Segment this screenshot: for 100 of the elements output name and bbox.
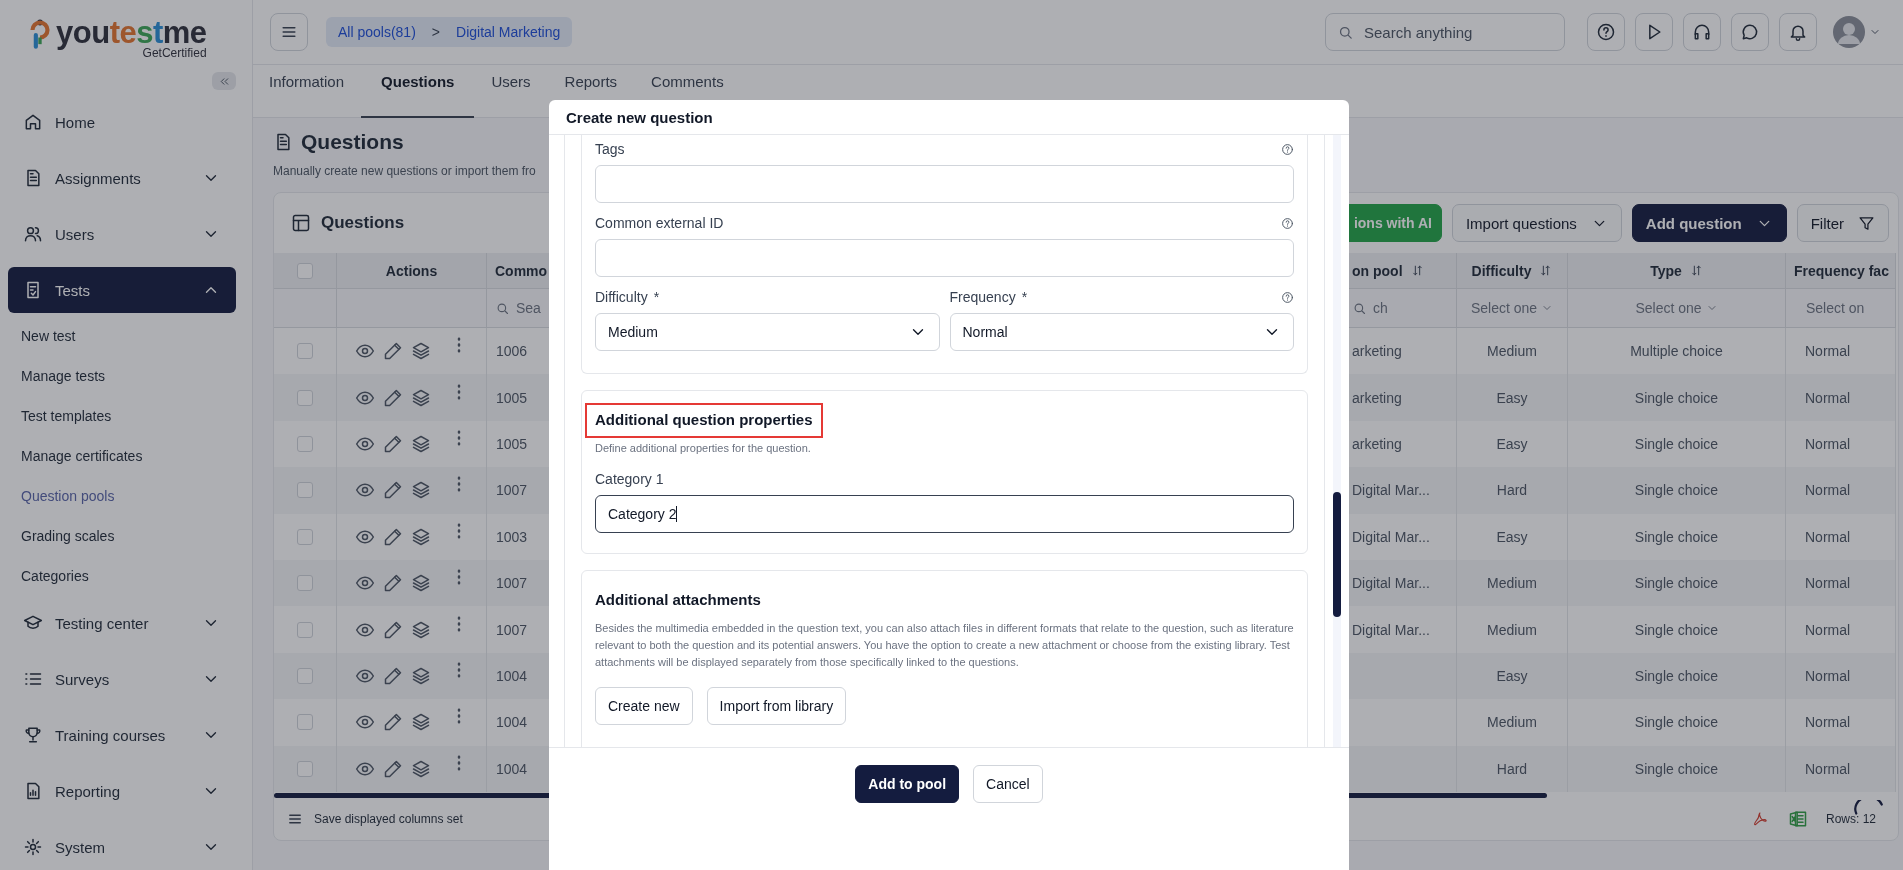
layers-icon[interactable] <box>410 712 431 733</box>
checkbox[interactable] <box>297 760 313 777</box>
checkbox[interactable] <box>297 262 313 279</box>
checkbox[interactable] <box>297 621 313 638</box>
dialog-button[interactable]: Add to pool <box>855 765 960 803</box>
section-button[interactable]: Import from library <box>706 687 847 725</box>
nav-subitem[interactable]: New test <box>8 316 236 356</box>
column-header[interactable]: Frequency fac <box>1786 253 1896 289</box>
table-cell: 1005 <box>487 374 551 421</box>
table-cell: Single choice <box>1568 559 1786 607</box>
checkbox[interactable] <box>297 667 313 684</box>
edit-icon[interactable] <box>382 387 403 408</box>
edit-icon[interactable] <box>382 526 403 547</box>
filter-input[interactable]: ch <box>1373 300 1413 316</box>
edit-icon[interactable] <box>382 573 403 594</box>
search-icon <box>1337 24 1354 41</box>
toolbar-button[interactable]: Import questions <box>1451 204 1622 242</box>
sort-icon[interactable] <box>1539 264 1553 277</box>
nav-item[interactable]: Reporting <box>8 768 236 814</box>
nav-subitem[interactable]: Manage tests <box>8 356 236 396</box>
checkbox[interactable] <box>297 389 313 406</box>
vertical-scrollbar[interactable] <box>1333 492 1341 617</box>
headset-icon <box>1692 22 1712 42</box>
checkbox[interactable] <box>297 528 313 545</box>
input-field[interactable] <box>595 239 1294 277</box>
dropdown-field[interactable]: Normal <box>949 313 1294 351</box>
avatar[interactable] <box>1833 16 1865 48</box>
checkbox[interactable] <box>297 482 313 499</box>
breadcrumb-link[interactable]: All pools(81) <box>338 24 416 40</box>
menu-button[interactable] <box>270 13 308 51</box>
layers-icon[interactable] <box>410 573 431 594</box>
nav-item[interactable]: System <box>8 824 236 870</box>
help-icon[interactable] <box>1281 142 1294 156</box>
play-button[interactable] <box>1635 13 1673 51</box>
section-description: Besides the multimedia embedded in the question text, you can also attach files in different formats that relate to the question, such as literature relevant to both the question and its potential answers. You have the option to create a new attachment or choose from the existing library. Test attachments will be displayed separately from those specifically linked to the questions. <box>595 621 1294 670</box>
help-icon[interactable] <box>1281 290 1294 304</box>
nav-item[interactable]: Surveys <box>8 656 236 702</box>
column-header[interactable]: Type <box>1568 253 1786 289</box>
edit-icon[interactable] <box>382 758 403 779</box>
dialog-button[interactable]: Cancel <box>973 765 1043 803</box>
input-field[interactable]: Category 2 <box>595 495 1294 533</box>
page-description: Manually create new questions or import them fro <box>273 164 537 178</box>
tab[interactable]: Questions <box>361 65 475 118</box>
layers-icon[interactable] <box>410 433 431 454</box>
edit-icon[interactable] <box>382 480 403 501</box>
headset-button[interactable] <box>1683 13 1721 51</box>
section-button[interactable]: Create new <box>595 687 693 725</box>
filter-field[interactable]: Sea <box>487 289 551 328</box>
column-header[interactable]: Commo <box>487 253 551 289</box>
help-icon <box>1596 22 1616 42</box>
nav-item[interactable]: Users <box>8 211 236 257</box>
input-field[interactable] <box>595 165 1294 203</box>
nav-subitem[interactable]: Test templates <box>8 396 236 436</box>
checkbox[interactable] <box>297 575 313 592</box>
edit-icon[interactable] <box>382 712 403 733</box>
checkbox[interactable] <box>297 343 313 360</box>
dropdown-field[interactable]: Medium <box>595 313 940 351</box>
edit-icon[interactable] <box>382 619 403 640</box>
save-columns-link[interactable]: Save displayed columns set <box>314 811 463 826</box>
nav-item[interactable]: Tests <box>8 267 236 313</box>
logo-tagline: GetCertified <box>142 46 207 60</box>
layers-icon[interactable] <box>410 619 431 640</box>
layers-icon[interactable] <box>410 758 431 779</box>
sort-icon[interactable] <box>1689 264 1703 277</box>
toolbar-button[interactable]: Filter <box>1796 204 1889 242</box>
layers-icon[interactable] <box>410 665 431 686</box>
search-field[interactable]: Search anything <box>1325 13 1565 51</box>
nav-subitem[interactable]: Grading scales <box>8 516 236 556</box>
layers-icon[interactable] <box>410 526 431 547</box>
nav-item[interactable]: Assignments <box>8 155 236 201</box>
nav-item[interactable]: Testing center <box>8 600 236 646</box>
edit-icon[interactable] <box>382 433 403 454</box>
notifications-button[interactable] <box>1779 13 1817 51</box>
edit-icon[interactable] <box>382 341 403 362</box>
breadcrumb-link[interactable]: Digital Marketing <box>456 24 561 40</box>
section-title: Additional attachments <box>595 590 761 610</box>
help-button[interactable] <box>1587 13 1625 51</box>
nav-subitem[interactable]: Categories <box>8 556 236 596</box>
chat-button[interactable] <box>1731 13 1769 51</box>
checkbox[interactable] <box>297 435 313 452</box>
layers-icon[interactable] <box>410 387 431 408</box>
help-icon[interactable] <box>1281 216 1294 230</box>
nav-subitem[interactable]: Question pools <box>8 476 236 516</box>
edit-icon[interactable] <box>382 665 403 686</box>
nav-item[interactable]: Home <box>8 99 236 145</box>
column-header[interactable]: Actions <box>337 253 487 289</box>
tab[interactable]: Information <box>269 65 362 118</box>
required-mark: * <box>653 289 660 305</box>
sort-icon[interactable] <box>1410 264 1424 277</box>
layers-icon[interactable] <box>410 341 431 362</box>
required-mark: * <box>1021 289 1028 305</box>
trophy-icon <box>23 725 43 745</box>
layers-icon[interactable] <box>410 480 431 501</box>
section-description: Define additional properties for the question. <box>595 441 812 456</box>
checkbox[interactable] <box>297 714 313 731</box>
nav-item[interactable]: Training courses <box>8 712 236 758</box>
column-header[interactable]: Difficulty <box>1457 253 1568 289</box>
tab[interactable]: Users <box>474 65 548 118</box>
nav-subitem[interactable]: Manage certificates <box>8 436 236 476</box>
toolbar-button[interactable]: Add question <box>1631 204 1787 242</box>
